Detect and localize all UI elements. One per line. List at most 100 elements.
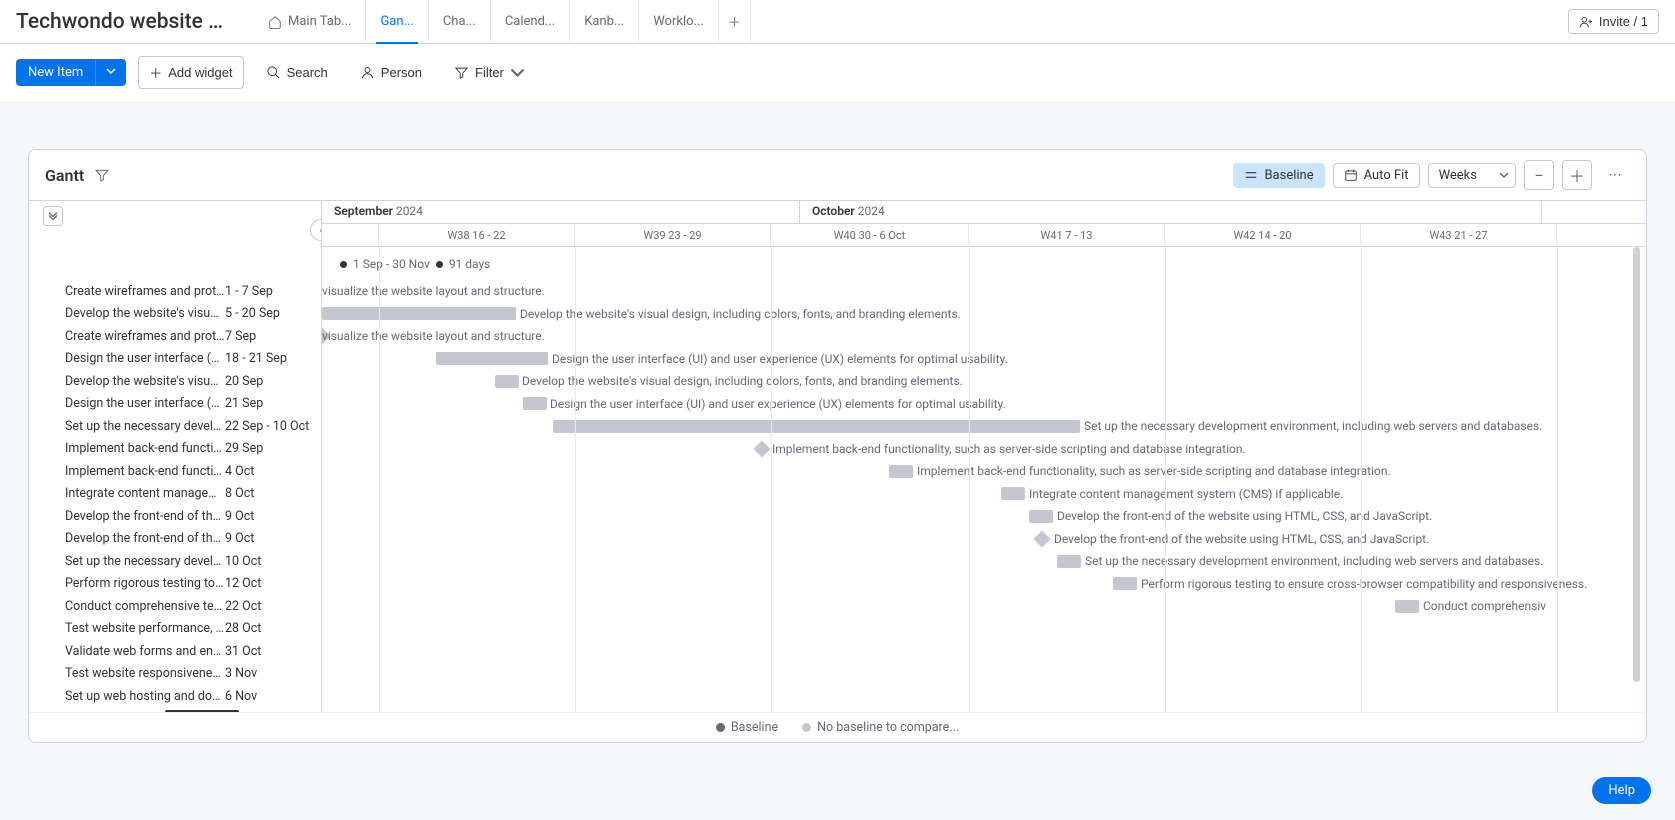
- bar-row[interactable]: Develop the website's visual design, inc…: [322, 370, 1646, 393]
- task-name: Implement back-end function...: [65, 464, 225, 479]
- person-button[interactable]: Person: [350, 59, 432, 86]
- task-row[interactable]: Create wireframes and protot...1 - 7 Sep: [29, 280, 321, 303]
- timeline-area[interactable]: 1 Sep - 30 Nov 91 days visualize the web…: [322, 247, 1646, 712]
- week-cell: W43 21 - 27: [1361, 224, 1557, 246]
- gantt-bar[interactable]: [889, 465, 913, 478]
- zoom-out-button[interactable]: −: [1524, 160, 1554, 190]
- gantt-bar[interactable]: [1029, 510, 1053, 523]
- gantt-bar[interactable]: [523, 397, 547, 410]
- gantt-bar[interactable]: [1113, 577, 1137, 590]
- bar-row[interactable]: Develop the front-end of the website usi…: [322, 528, 1646, 551]
- task-name: Upload the website files: [65, 711, 225, 712]
- bar-row[interactable]: Implement back-end functionality, such a…: [322, 438, 1646, 461]
- gantt-bar[interactable]: [1001, 487, 1025, 500]
- bar-row[interactable]: [322, 640, 1646, 663]
- gantt-bar[interactable]: [322, 307, 516, 320]
- bar-row[interactable]: Develop the front-end of the website usi…: [322, 505, 1646, 528]
- bar-label: Integrate content management system (CMS…: [1029, 487, 1343, 501]
- bar-row[interactable]: [322, 708, 1646, 713]
- gantt-timeline[interactable]: September 2024October 2024 W38 16 - 22W3…: [322, 201, 1646, 712]
- week-cell: W41 7 - 13: [969, 224, 1165, 246]
- add-widget-button[interactable]: ＋ Add widget: [138, 56, 243, 89]
- gantt-bar[interactable]: [1057, 555, 1081, 568]
- task-row[interactable]: Set up web hosting and doma...6 Nov: [29, 685, 321, 708]
- task-row[interactable]: Test website responsiveness ...3 Nov: [29, 663, 321, 686]
- task-row[interactable]: Set up the necessary develop...22 Sep - …: [29, 415, 321, 438]
- task-row[interactable]: Develop the website's visual d...20 Sep: [29, 370, 321, 393]
- bar-row[interactable]: Design the user interface (UI) and user …: [322, 348, 1646, 371]
- more-menu-button[interactable]: ⋯: [1600, 160, 1630, 190]
- tab-1[interactable]: Gan...: [366, 0, 428, 44]
- help-button[interactable]: Help: [1592, 777, 1651, 804]
- task-row[interactable]: Develop the front-end of the ...9 Oct: [29, 528, 321, 551]
- tab-2[interactable]: Cha...: [429, 0, 491, 44]
- bar-label: Perform rigorous testing to ensure cross…: [1141, 577, 1587, 591]
- search-button[interactable]: Search: [256, 59, 338, 86]
- bar-label: Implement back-end functionality, such a…: [917, 464, 1391, 478]
- home-icon: [268, 15, 282, 29]
- gantt-bar[interactable]: [1395, 600, 1419, 613]
- bar-row[interactable]: Design the user interface (UI) and user …: [322, 393, 1646, 416]
- sidebar-collapse-button[interactable]: ‹: [310, 219, 322, 241]
- baseline-toggle[interactable]: Baseline: [1233, 163, 1324, 188]
- bar-row[interactable]: [322, 663, 1646, 686]
- task-row[interactable]: Conduct comprehensive testi...22 Oct: [29, 595, 321, 618]
- task-row[interactable]: Test website performance, loa...28 Oct: [29, 618, 321, 641]
- scale-dropdown[interactable]: Weeks: [1428, 163, 1516, 188]
- month-cell: October 2024: [800, 201, 1542, 223]
- new-item-dropdown[interactable]: [95, 59, 126, 86]
- new-item-button[interactable]: New Item: [16, 59, 126, 86]
- tab-4[interactable]: Kanb...: [570, 0, 639, 44]
- header-right: Invite / 1: [1568, 9, 1659, 34]
- task-row[interactable]: Perform rigorous testing to en...12 Oct: [29, 573, 321, 596]
- task-date: 22 Sep - 10 Oct: [225, 419, 315, 434]
- baseline-icon: [1244, 168, 1258, 182]
- zoom-in-button[interactable]: ＋: [1562, 160, 1592, 190]
- task-name: Create wireframes and protot...: [65, 329, 225, 344]
- task-row[interactable]: Develop the website's visual d...5 - 20 …: [29, 303, 321, 326]
- bar-row[interactable]: Develop the website's visual design, inc…: [322, 303, 1646, 326]
- bar-row[interactable]: Integrate content management system (CMS…: [322, 483, 1646, 506]
- bar-row[interactable]: [322, 685, 1646, 708]
- add-tab-button[interactable]: ＋: [719, 0, 751, 44]
- tab-0[interactable]: Main Tab...: [254, 0, 366, 44]
- bar-row[interactable]: Set up the necessary development environ…: [322, 550, 1646, 573]
- bar-row[interactable]: Set up the necessary development environ…: [322, 415, 1646, 438]
- bar-row[interactable]: Conduct comprehensiv: [322, 595, 1646, 618]
- gantt-bar[interactable]: [553, 420, 1080, 433]
- tab-3[interactable]: Calend...: [491, 0, 570, 44]
- bar-row[interactable]: Implement back-end functionality, such a…: [322, 460, 1646, 483]
- task-row[interactable]: Design the user interface (UI) ...21 Sep: [29, 393, 321, 416]
- bar-label: visualize the website layout and structu…: [322, 329, 545, 343]
- gantt-task-list: ‹ Create wireframes and protot...1 - 7 S…: [29, 201, 322, 712]
- bar-label: Set up the necessary development environ…: [1085, 554, 1543, 568]
- task-date: 20 Sep: [225, 374, 315, 389]
- gantt-bar[interactable]: [495, 375, 519, 388]
- filter-icon[interactable]: [94, 167, 110, 183]
- filter-button[interactable]: Filter: [444, 59, 535, 86]
- task-row[interactable]: Develop the front-end of the ...9 Oct: [29, 505, 321, 528]
- collapse-all-button[interactable]: [43, 206, 63, 226]
- scrollbar[interactable]: [1633, 247, 1640, 682]
- task-row[interactable]: Create wireframes and protot...7 Sep: [29, 325, 321, 348]
- milestone-diamond[interactable]: [754, 440, 771, 457]
- task-row[interactable]: Integrate content manageme...8 Oct: [29, 483, 321, 506]
- bar-row[interactable]: visualize the website layout and structu…: [322, 280, 1646, 303]
- gantt-bar[interactable]: [436, 352, 548, 365]
- task-row[interactable]: Validate web forms and ensur...31 Oct: [29, 640, 321, 663]
- task-row[interactable]: Upload the website files: [29, 708, 321, 713]
- milestone-diamond[interactable]: [1034, 530, 1051, 547]
- tab-5[interactable]: Worklo...: [639, 0, 719, 44]
- board-title[interactable]: Techwondo website lau...: [16, 10, 226, 34]
- bar-row[interactable]: visualize the website layout and structu…: [322, 325, 1646, 348]
- bar-row[interactable]: [322, 618, 1646, 641]
- task-row[interactable]: Set up the necessary develop...10 Oct: [29, 550, 321, 573]
- bar-row[interactable]: Perform rigorous testing to ensure cross…: [322, 573, 1646, 596]
- task-date: 8 Oct: [225, 486, 315, 501]
- invite-button[interactable]: Invite / 1: [1568, 9, 1659, 34]
- task-name: Implement back-end function...: [65, 441, 225, 456]
- task-row[interactable]: Implement back-end function...29 Sep: [29, 438, 321, 461]
- task-row[interactable]: Design the user interface (UI) ...18 - 2…: [29, 348, 321, 371]
- task-row[interactable]: Implement back-end function...4 Oct: [29, 460, 321, 483]
- auto-fit-button[interactable]: Auto Fit: [1333, 163, 1420, 188]
